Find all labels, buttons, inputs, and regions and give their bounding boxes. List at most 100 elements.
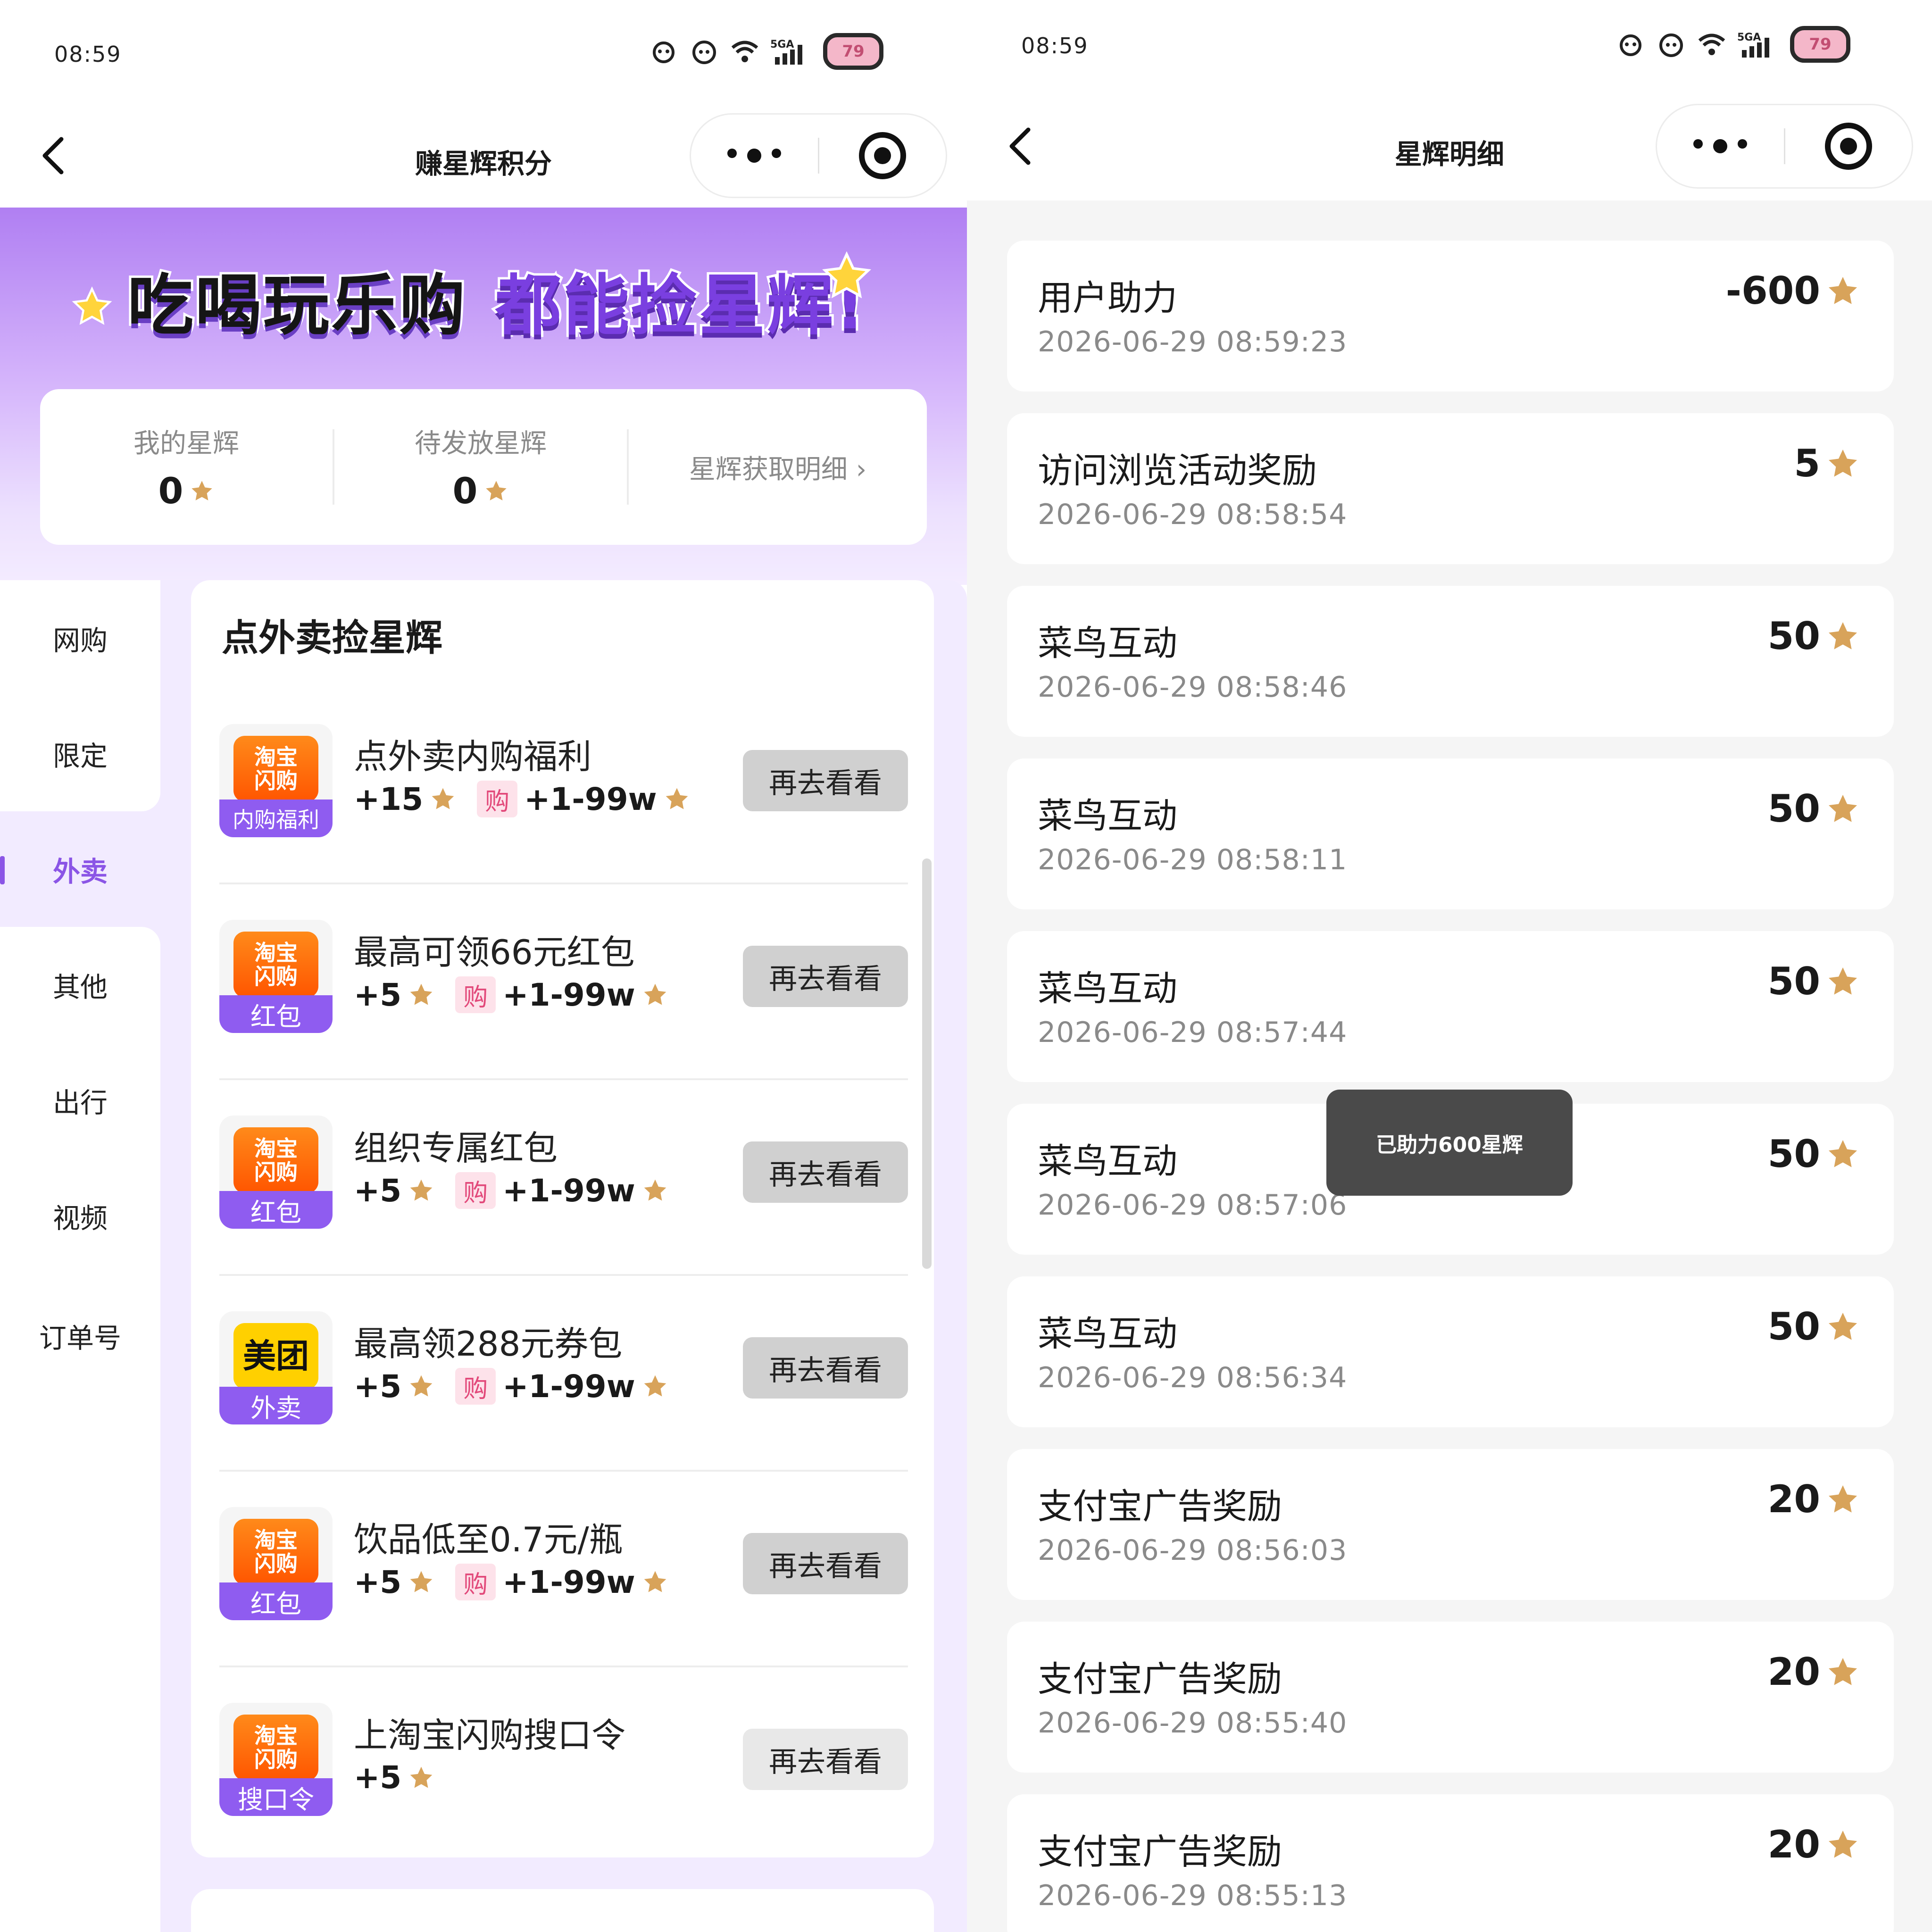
status-icons: 5GA 79 [1616, 26, 1850, 63]
task-title: 最高领288元券包 [354, 1324, 623, 1364]
record-amount: 50 [1767, 614, 1820, 658]
sidebar-item-takeout[interactable]: 外卖 [0, 811, 160, 927]
record-amount: 50 [1767, 1132, 1820, 1176]
star-icon [410, 1179, 433, 1201]
task-item: 美团 外卖 最高领288元券包 +5 购 +1-99w 再去看看 [219, 1276, 908, 1472]
buy-reward-value: +1-99w [524, 781, 657, 817]
logo-text: 淘宝 闪购 [233, 1127, 318, 1193]
nav-bar: 星辉明细 [967, 94, 1932, 200]
app-notify-icon-2 [1659, 33, 1683, 57]
task-rewards: +5 购 +1-99w [354, 1368, 668, 1405]
buy-tag: 购 [455, 976, 496, 1013]
status-bar: 08:59 5GA 79 [967, 0, 1932, 104]
task-item: 淘宝 闪购 红包 饮品低至0.7元/瓶 +5 购 +1-99w 再去看看 [219, 1472, 908, 1667]
right-screen: 08:59 5GA 79 星辉明细 用户助力 2026-06-29 08:59:… [967, 0, 1932, 1932]
buy-tag: 购 [477, 781, 518, 817]
star-icon [1829, 622, 1857, 650]
more-dots-icon[interactable] [691, 149, 818, 163]
logo-tag: 红包 [219, 1582, 333, 1620]
sidebar-item-limited[interactable]: 限定 [0, 696, 160, 811]
slogan-part-2: 都能捡星辉! [493, 265, 867, 347]
revisit-button[interactable]: 再去看看 [743, 750, 908, 811]
task-title: 组织专属红包 [354, 1128, 558, 1168]
star-icon [644, 1179, 666, 1201]
task-rewards: +5 购 +1-99w [354, 1172, 668, 1209]
record-amount: 50 [1767, 1305, 1820, 1349]
app-notify-icon-2 [692, 41, 716, 64]
my-points: 我的星辉 0 [40, 422, 333, 512]
task-title: 上淘宝闪购搜口令 [354, 1715, 626, 1755]
sidebar-item-order-number[interactable]: 订单号 [0, 1274, 160, 1932]
star-icon [666, 788, 688, 809]
revisit-button[interactable]: 再去看看 [743, 1141, 908, 1203]
battery-icon: 79 [823, 33, 883, 70]
revisit-button[interactable]: 再去看看 [743, 946, 908, 1007]
task-item: 淘宝 闪购 红包 组织专属红包 +5 购 +1-99w 再去看看 [219, 1080, 908, 1276]
taobao-flash-logo: 淘宝 闪购 红包 [219, 920, 333, 1033]
record-row: 访问浏览活动奖励 2026-06-29 08:58:54 5 [1007, 413, 1894, 564]
status-time: 08:59 [1021, 33, 1089, 58]
more-dots-icon[interactable] [1657, 139, 1784, 153]
scrollbar[interactable] [922, 858, 932, 1269]
wifi-icon [1698, 33, 1725, 55]
pending-points-label: 待发放星辉 [415, 428, 547, 459]
record-amount: 50 [1767, 787, 1820, 831]
record-row: 支付宝广告奖励 2026-06-29 08:55:13 20 [1007, 1794, 1894, 1932]
record-target-icon[interactable] [1785, 120, 1912, 172]
nav-bar: 赚星辉积分 [0, 104, 967, 208]
status-time: 08:59 [54, 42, 122, 67]
pending-points: 待发放星辉 0 [334, 422, 627, 512]
revisit-button[interactable]: 再去看看 [743, 1337, 908, 1399]
toast-message: 已助力600星辉 [1326, 1090, 1573, 1196]
reward-value: +5 [354, 1564, 402, 1600]
record-row: 菜鸟互动 2026-06-29 08:56:34 50 [1007, 1276, 1894, 1427]
sidebar-item-travel[interactable]: 出行 [0, 1042, 160, 1158]
record-name: 用户助力 [1038, 278, 1177, 318]
task-item: 淘宝 闪购 红包 最高可领66元红包 +5 购 +1-99w 再去看看 [219, 884, 908, 1080]
record-name: 菜鸟互动 [1038, 1314, 1177, 1354]
wifi-icon [731, 41, 758, 62]
logo-text: 淘宝 闪购 [233, 932, 318, 998]
star-icon [1829, 1140, 1857, 1167]
logo-tag: 内购福利 [219, 799, 333, 837]
star-icon [192, 480, 213, 500]
reward-value: +5 [354, 1368, 402, 1405]
sidebar-item-online-shopping[interactable]: 网购 [0, 580, 160, 696]
star-decoration-icon [822, 251, 871, 299]
record-name: 菜鸟互动 [1038, 796, 1177, 836]
task-title: 饮品低至0.7元/瓶 [354, 1520, 623, 1559]
pending-points-value: 0 [452, 470, 478, 512]
reward-value: +5 [354, 1172, 402, 1209]
mini-program-capsule [690, 113, 947, 198]
record-target-icon[interactable] [819, 130, 946, 182]
points-detail-link[interactable]: 星辉获取明细 › [629, 448, 927, 486]
star-icon [410, 1766, 433, 1788]
record-row: 支付宝广告奖励 2026-06-29 08:56:03 20 [1007, 1449, 1894, 1600]
logo-tag: 红包 [219, 995, 333, 1033]
sidebar-item-video[interactable]: 视频 [0, 1158, 160, 1274]
star-icon [644, 1571, 666, 1592]
record-amount: 20 [1767, 1650, 1820, 1694]
logo-text: 淘宝 闪购 [233, 1715, 318, 1781]
star-icon [1829, 449, 1857, 477]
svg-text:5GA: 5GA [1737, 32, 1761, 43]
star-icon [410, 983, 433, 1005]
star-icon [644, 1375, 666, 1397]
revisit-button[interactable]: 再去看看 [743, 1533, 908, 1594]
record-name: 支付宝广告奖励 [1038, 1486, 1282, 1527]
record-time: 2026-06-29 08:58:46 [1038, 671, 1348, 704]
record-amount: 20 [1767, 1477, 1820, 1521]
sidebar-item-other[interactable]: 其他 [0, 927, 160, 1042]
logo-tag: 红包 [219, 1191, 333, 1229]
task-area: 网购 限定 外卖 其他 出行 视频 订单号 点外卖捡星辉 淘宝 闪购 内购福利 … [0, 580, 967, 1932]
revisit-button[interactable]: 再去看看 [743, 1729, 908, 1790]
meituan-logo: 美团 外卖 [219, 1311, 333, 1424]
record-amount: 5 [1794, 441, 1820, 485]
reward-value: +5 [354, 976, 402, 1013]
logo-tag: 外卖 [219, 1387, 333, 1424]
taobao-flash-logo: 淘宝 闪购 红包 [219, 1116, 333, 1229]
record-row: 菜鸟互动 2026-06-29 08:58:46 50 [1007, 586, 1894, 737]
record-time: 2026-06-29 08:58:54 [1038, 498, 1348, 531]
status-bar: 08:59 5GA 79 [0, 0, 967, 104]
record-amount: 50 [1767, 959, 1820, 1003]
